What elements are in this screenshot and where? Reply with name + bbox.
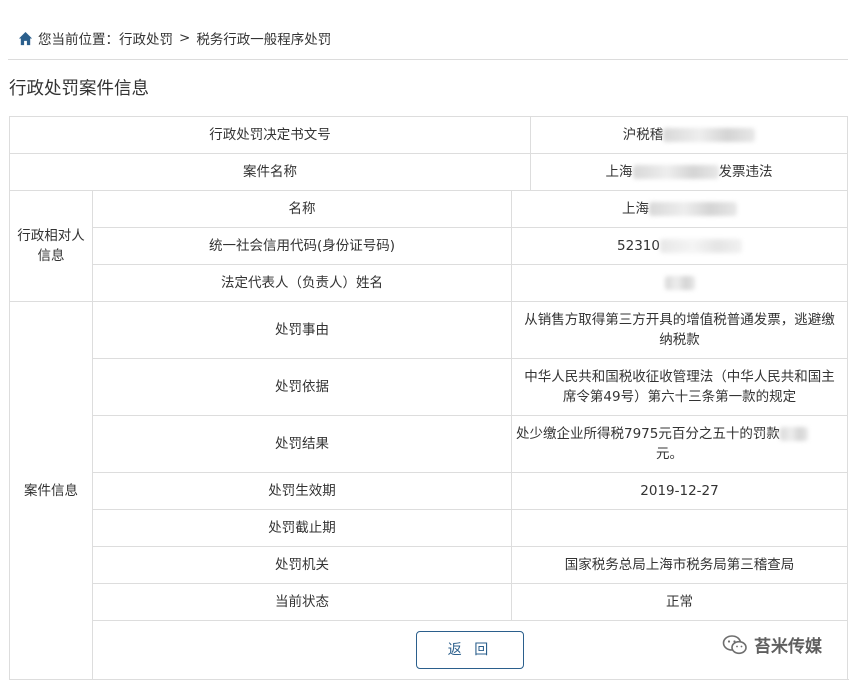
table-row: 案件信息 处罚事由 从销售方取得第三方开具的增值税普通发票，逃避缴纳税款 (9, 301, 849, 680)
breadcrumb-current: 税务行政一般程序处罚 (196, 32, 332, 48)
table-row: 行政相对人信息 名称 上海 (9, 190, 849, 302)
decision-no-value: 沪税稽 (530, 116, 849, 154)
end-date-label: 处罚截止期 (92, 509, 512, 547)
table-row: 处罚结果 处少缴企业所得税7975元百分之五十的罚款 元。 (10, 415, 849, 473)
authority-value: 国家税务总局上海市税务局第三稽查局 (510, 546, 849, 584)
breadcrumb-prefix: 您当前位置： (38, 32, 119, 48)
party-group-label: 行政相对人信息 (9, 190, 93, 302)
case-group-label: 案件信息 (9, 301, 93, 680)
table-row: 法定代表人（负责人）姓名 (10, 264, 849, 302)
result-value: 处少缴企业所得税7975元百分之五十的罚款 元。 (510, 415, 849, 473)
wechat-icon (722, 634, 747, 654)
case-name-value: 上海 发票违法 (530, 153, 849, 191)
watermark-text: 苔米传媒 (754, 637, 822, 657)
table-row: 统一社会信用代码(身份证号码) 52310 (10, 227, 849, 265)
table-row: 处罚依据 中华人民共和国税收征收管理法（中华人民共和国主席令第49号）第六十三条… (10, 358, 849, 416)
party-name-value: 上海 (510, 190, 849, 228)
table-row: 案件名称 上海 发票违法 (8, 153, 849, 191)
table-row: 处罚机关 国家税务总局上海市税务局第三稽查局 (10, 546, 849, 584)
home-icon[interactable] (18, 31, 33, 46)
table-row: 处罚截止期 (10, 509, 849, 547)
legal-rep-value (510, 264, 849, 302)
breadcrumb-separator: > (179, 30, 191, 46)
table-row: 当前状态 正常 (10, 583, 849, 621)
breadcrumb-link-admin-penalty[interactable]: 行政处罚 (119, 28, 173, 48)
reason-value: 从销售方取得第三方开具的增值税普通发票，逃避缴纳税款 (510, 301, 849, 359)
case-name-label: 案件名称 (8, 153, 532, 191)
basis-value: 中华人民共和国税收征收管理法（中华人民共和国主席令第49号）第六十三条第一款的规… (510, 358, 849, 416)
effective-date-label: 处罚生效期 (92, 472, 512, 510)
basis-label: 处罚依据 (92, 358, 512, 416)
reason-label: 处罚事由 (92, 301, 512, 359)
effective-date-value: 2019-12-27 (510, 472, 849, 510)
result-label: 处罚结果 (92, 415, 512, 473)
end-date-value (510, 509, 849, 547)
legal-rep-label: 法定代表人（负责人）姓名 (92, 264, 512, 302)
breadcrumb: 您当前位置： 行政处罚 > 税务行政一般程序处罚 (18, 28, 331, 48)
authority-label: 处罚机关 (92, 546, 512, 584)
table-row: 处罚生效期 2019-12-27 (10, 472, 849, 510)
status-label: 当前状态 (92, 583, 512, 621)
table-row: 行政处罚决定书文号 沪税稽 (8, 116, 849, 154)
status-value: 正常 (510, 583, 849, 621)
watermark: 苔米传媒 (722, 632, 822, 657)
case-info-table: 行政处罚决定书文号 沪税稽 案件名称 上海 发票违法 行政相对人信息 名称 上海 … (8, 116, 849, 680)
credit-code-value: 52310 (510, 227, 849, 265)
party-name-label: 名称 (92, 190, 512, 228)
decision-no-label: 行政处罚决定书文号 (8, 116, 532, 154)
header-divider (8, 59, 848, 60)
credit-code-label: 统一社会信用代码(身份证号码) (92, 227, 512, 265)
back-button[interactable]: 返 回 (416, 631, 524, 669)
page-title: 行政处罚案件信息 (9, 79, 149, 99)
